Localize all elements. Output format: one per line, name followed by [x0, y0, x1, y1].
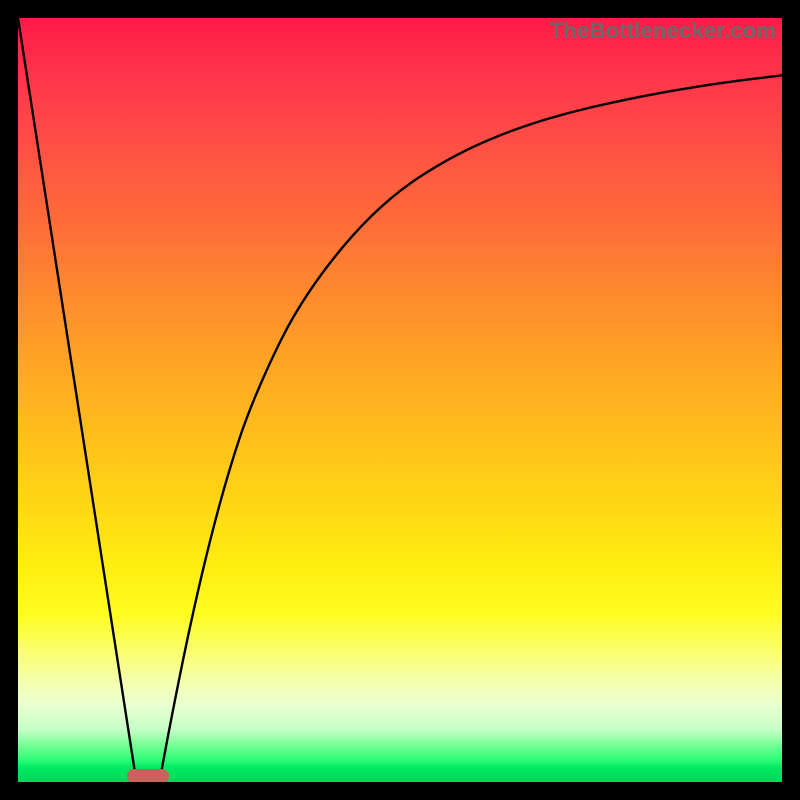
left-branch-line	[18, 18, 136, 782]
curves-svg	[18, 18, 782, 782]
plot-area: TheBottlenecker.com	[18, 18, 782, 782]
right-branch-line	[159, 75, 782, 782]
optimal-range-marker	[127, 769, 169, 782]
